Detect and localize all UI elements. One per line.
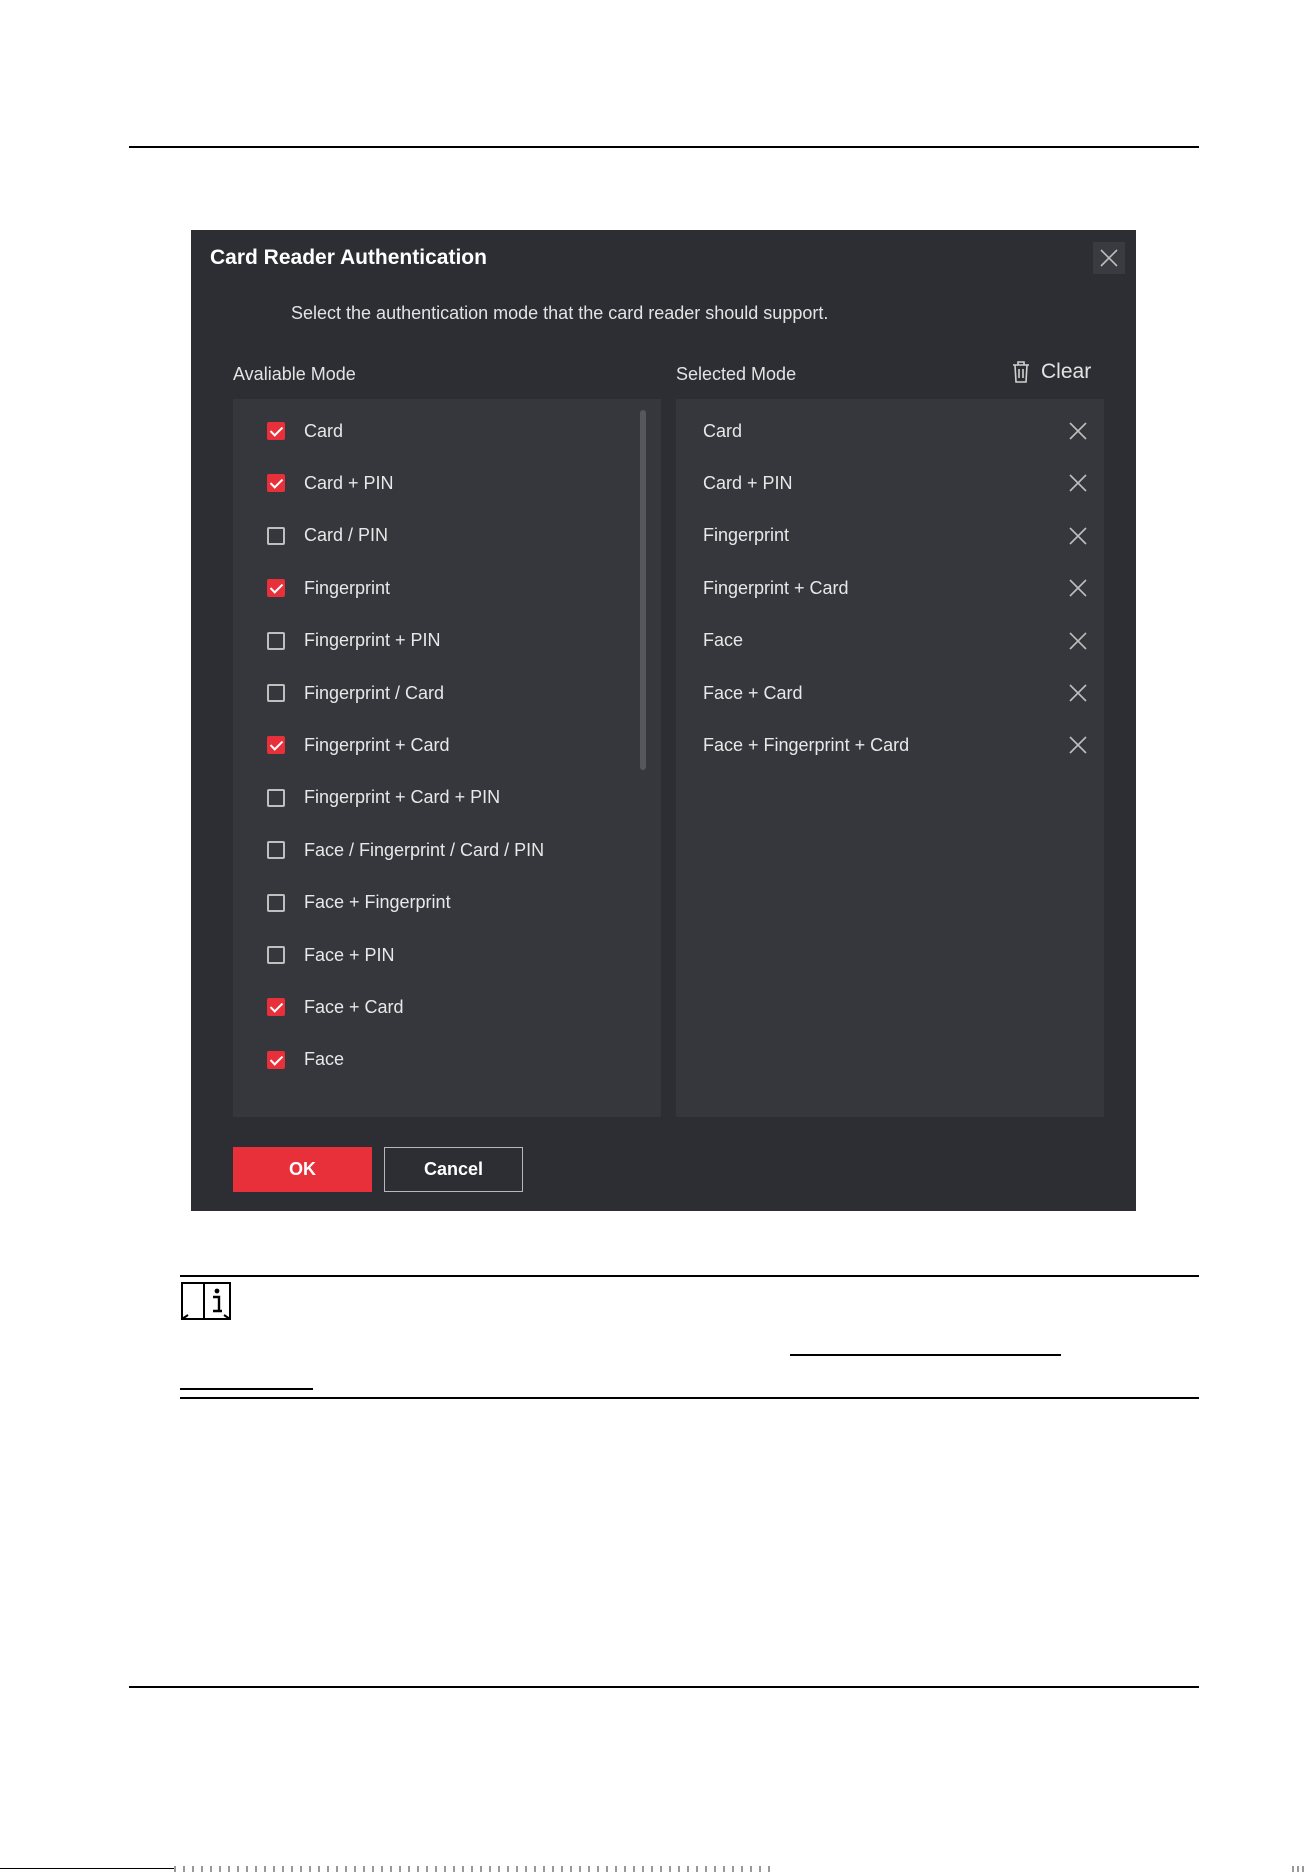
checkbox[interactable]	[267, 631, 285, 650]
clear-label: Clear	[1041, 360, 1092, 383]
list-item[interactable]: Fingerprint / Card	[233, 667, 633, 719]
dialog-title: Card Reader Authentication	[210, 246, 487, 269]
trash-icon	[1013, 361, 1029, 383]
close-icon	[1069, 736, 1087, 754]
checkbox-checked[interactable]	[267, 736, 285, 755]
footer-rule	[129, 1686, 1199, 1688]
checkbox-checked[interactable]	[267, 579, 285, 598]
close-icon	[1069, 474, 1087, 492]
cancel-button[interactable]: Cancel	[384, 1147, 523, 1192]
list-item[interactable]: Face + PIN	[233, 929, 633, 981]
selected-mode-label: Selected Mode	[676, 364, 797, 384]
list-item[interactable]: Card	[233, 405, 633, 457]
dialog-subtitle: Select the authentication mode that the …	[291, 303, 829, 323]
available-mode-label: Avaliable Mode	[233, 364, 356, 384]
note-top-rule	[180, 1275, 1199, 1277]
clear-button[interactable]: Clear	[1011, 360, 1091, 384]
list-item-label: Fingerprint	[304, 577, 391, 598]
selected-item: Face + Card	[676, 667, 1104, 719]
note-bottom-rule	[180, 1397, 1199, 1399]
close-icon	[1069, 422, 1087, 440]
close-icon	[1069, 684, 1087, 702]
ok-button[interactable]: OK	[233, 1147, 372, 1192]
link-underline[interactable]	[790, 1354, 1061, 1356]
list-item-label: Fingerprint + Card + PIN	[304, 787, 501, 808]
remove-button[interactable]	[1066, 733, 1090, 757]
selected-item-label: Face + Fingerprint + Card	[703, 734, 910, 755]
selected-item: Card + PIN	[676, 457, 1104, 509]
checkbox-checked[interactable]	[267, 998, 285, 1017]
list-item-label: Card	[304, 420, 344, 441]
list-item-label: Card / PIN	[304, 525, 389, 546]
selected-item: Face	[676, 615, 1104, 667]
close-icon	[1069, 632, 1087, 650]
available-mode-list: Card Card + PIN Card / PIN Fingerprint Finge…	[233, 399, 661, 1117]
remove-button[interactable]	[1066, 524, 1090, 548]
list-item-label: Face + Card	[304, 996, 404, 1017]
list-item-label: Face	[304, 1049, 345, 1070]
selected-item: Card	[676, 405, 1104, 457]
remove-button[interactable]	[1066, 576, 1090, 600]
checkbox-checked[interactable]	[267, 474, 285, 493]
close-icon	[1069, 579, 1087, 597]
checkbox[interactable]	[267, 684, 285, 702]
checkbox[interactable]	[267, 526, 285, 545]
checkbox[interactable]	[267, 946, 285, 964]
list-item-label: Face + PIN	[304, 944, 395, 965]
selected-item-label: Face + Card	[703, 682, 803, 703]
list-item[interactable]: Face + Card	[233, 981, 633, 1033]
selected-mode-list: Card Card + PIN Fingerprint Fingerprint + C…	[676, 399, 1104, 1117]
list-item[interactable]: Card / PIN	[233, 510, 633, 562]
selected-item-label: Card + PIN	[703, 472, 793, 493]
checkbox[interactable]	[267, 788, 285, 807]
selected-item-label: Card	[703, 420, 743, 441]
list-item-label: Fingerprint / Card	[304, 682, 445, 703]
close-button[interactable]	[1093, 242, 1125, 274]
list-item-label: Face + Fingerprint	[304, 892, 451, 913]
list-item[interactable]: Fingerprint + Card	[233, 719, 633, 771]
page-edge-marks	[174, 1866, 774, 1872]
selected-item-label: Fingerprint + Card	[703, 577, 849, 598]
remove-button[interactable]	[1066, 471, 1090, 495]
list-item-label: Fingerprint + Card	[304, 734, 450, 755]
list-item[interactable]: Face	[233, 1034, 633, 1086]
list-item-label: Face / Fingerprint / Card / PIN	[304, 839, 545, 860]
info-note-icon	[180, 1281, 232, 1326]
checkbox-checked[interactable]	[267, 1050, 285, 1069]
list-item-label: Card + PIN	[304, 472, 394, 493]
scrollbar[interactable]	[640, 410, 646, 770]
close-icon	[1100, 249, 1118, 267]
selected-item-label: Face	[703, 630, 744, 651]
list-item[interactable]: Fingerprint	[233, 562, 633, 614]
list-item[interactable]: Fingerprint + PIN	[233, 615, 633, 667]
remove-button[interactable]	[1066, 629, 1090, 653]
list-item-label: Fingerprint + PIN	[304, 630, 441, 651]
remove-button[interactable]	[1066, 419, 1090, 443]
page-edge-line	[0, 1868, 174, 1869]
checkbox[interactable]	[267, 841, 285, 860]
list-item[interactable]: Fingerprint + Card + PIN	[233, 772, 633, 824]
list-item[interactable]: Face + Fingerprint	[233, 877, 633, 929]
selected-item: Fingerprint	[676, 510, 1104, 562]
checkbox[interactable]	[267, 893, 285, 912]
selected-item: Face + Fingerprint + Card	[676, 719, 1104, 771]
checkbox-checked[interactable]	[267, 422, 285, 440]
link-underline[interactable]	[180, 1388, 313, 1390]
remove-button[interactable]	[1066, 681, 1090, 705]
close-icon	[1069, 527, 1087, 545]
list-item[interactable]: Card + PIN	[233, 457, 633, 509]
selected-item-label: Fingerprint	[703, 525, 790, 546]
list-item[interactable]: Face / Fingerprint / Card / PIN	[233, 824, 633, 876]
page-edge-marks	[1292, 1866, 1306, 1872]
selected-item: Fingerprint + Card	[676, 562, 1104, 614]
header-rule	[129, 146, 1199, 148]
card-reader-auth-dialog: Card Reader Authentication Select the au…	[191, 230, 1136, 1211]
